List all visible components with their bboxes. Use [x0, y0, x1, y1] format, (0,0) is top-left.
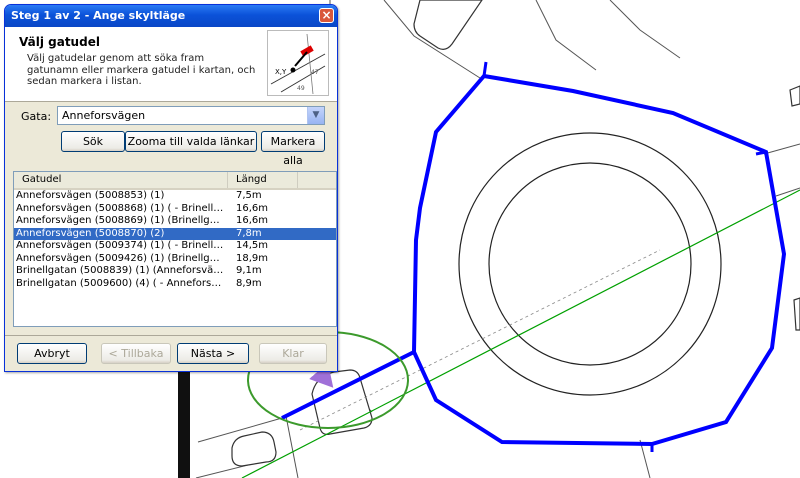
list-item-name: Anneforsvägen (5008868) (1) ( - Brinellg… [16, 202, 224, 214]
list-item[interactable]: Anneforsvägen (5008869) (1) (Brinellgata… [14, 215, 336, 228]
list-header: Gatudel Längd [14, 172, 336, 190]
illustration-47-label: 47 [311, 69, 319, 76]
next-button[interactable]: Nästa > [177, 343, 249, 364]
page-title: Välj gatudel [19, 35, 100, 49]
list-item-name: Anneforsvägen (5008869) (1) (Brinellgata… [16, 215, 224, 226]
dialog-header: Välj gatudel Välj gatudelar genom att sö… [5, 27, 337, 102]
street-select[interactable]: Anneforsvägen ▼ [57, 106, 325, 125]
list-item-length: 18,9m [236, 252, 269, 264]
list-item-length: 16,6m [236, 202, 269, 214]
list-item[interactable]: Brinellgatan (5009600) (4) ( - Anneforsv… [14, 278, 336, 291]
list-item[interactable]: Brinellgatan (5008839) (1) (Anneforsväge… [14, 265, 336, 278]
list-item-length: 8,9m [236, 277, 262, 289]
map-sign-illustration-icon: X,Y 47 49 [267, 30, 329, 96]
list-item-length: 7,8m [236, 227, 262, 239]
column-header-langd[interactable]: Längd [228, 172, 298, 188]
list-item-length: 14,5m [236, 240, 269, 251]
list-item-length: 16,6m [236, 215, 269, 226]
list-item[interactable]: Anneforsvägen (5009374) (1) ( - Brinellg… [14, 240, 336, 253]
list-item-name: Anneforsvägen (5009426) (1) (Brinellgata… [16, 252, 224, 264]
cancel-button[interactable]: Avbryt [17, 343, 87, 364]
zoom-to-links-button[interactable]: Zooma till valda länkar [125, 131, 257, 152]
list-item-name: Brinellgatan (5009600) (4) ( - Anneforsv… [16, 277, 224, 289]
back-button[interactable]: < Tillbaka [101, 343, 171, 364]
street-segment-list[interactable]: Gatudel Längd Anneforsvägen (5008853) (1… [13, 171, 337, 327]
list-item-name: Anneforsvägen (5008853) (1) [16, 190, 165, 201]
column-header-gatudel[interactable]: Gatudel [14, 172, 228, 188]
list-item-length: 9,1m [236, 265, 262, 276]
list-item-name: Anneforsvägen (5008870) (2) [16, 227, 165, 239]
wizard-dialog: Steg 1 av 2 - Ange skyltläge × Välj gatu… [4, 4, 338, 372]
map-pole [178, 370, 190, 478]
list-item-name: Brinellgatan (5008839) (1) (Anneforsväge… [16, 265, 224, 276]
list-rows: Anneforsvägen (5008853) (1) 7,5m Anneforsv… [14, 190, 336, 290]
list-item[interactable]: Anneforsvägen (5008868) (1) ( - Brinellg… [14, 203, 336, 216]
page-description: Välj gatudelar genom att söka fram gatun… [27, 53, 256, 87]
chevron-down-icon[interactable]: ▼ [307, 107, 324, 124]
list-item-name: Anneforsvägen (5009374) (1) ( - Brinellg… [16, 240, 224, 251]
list-item[interactable]: Anneforsvägen (5008870) (2) 7,8m [14, 227, 336, 240]
traffic-island-shape [789, 85, 800, 107]
finish-button[interactable]: Klar [259, 343, 327, 364]
footer-divider [5, 335, 337, 336]
close-button[interactable]: × [319, 8, 334, 23]
list-item[interactable]: Anneforsvägen (5008853) (1) 7,5m [14, 190, 336, 203]
illustration-49-label: 49 [297, 85, 305, 92]
illustration-xy-label: X,Y [275, 68, 287, 76]
list-item-length: 7,5m [236, 190, 262, 201]
search-button[interactable]: Sök [61, 131, 125, 152]
selected-link-stub [482, 61, 488, 77]
selected-link-stub [755, 150, 767, 156]
list-item[interactable]: Anneforsvägen (5009426) (1) (Brinellgata… [14, 253, 336, 266]
mark-all-button[interactable]: Markera alla [261, 131, 325, 167]
dialog-titlebar[interactable]: Steg 1 av 2 - Ange skyltläge × [5, 5, 337, 27]
street-label: Gata: [21, 110, 52, 123]
street-select-value: Anneforsvägen [62, 109, 146, 122]
dialog-title: Steg 1 av 2 - Ange skyltläge [11, 9, 186, 22]
